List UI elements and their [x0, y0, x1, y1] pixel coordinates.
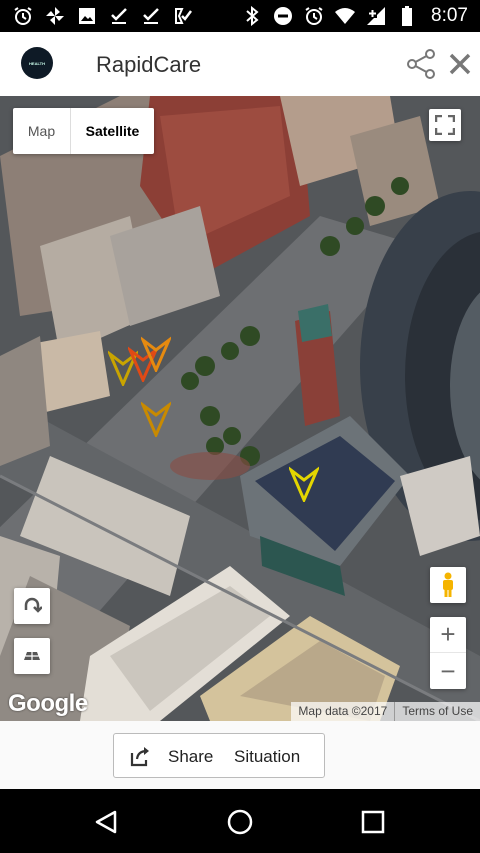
- zoom-out-button[interactable]: −: [430, 653, 466, 689]
- home-button[interactable]: [223, 805, 257, 839]
- clock: 8:07: [431, 5, 468, 26]
- back-icon: [95, 810, 117, 834]
- share-situation-button[interactable]: Share Situation: [113, 733, 325, 778]
- recents-icon: [361, 810, 385, 834]
- share-icon: [407, 49, 435, 79]
- alarm-icon: [303, 5, 325, 27]
- map-type-satellite-button[interactable]: Satellite: [71, 108, 154, 154]
- share-label: Share: [168, 747, 214, 766]
- action-area: Share Situation: [0, 721, 480, 789]
- satellite-imagery: [0, 96, 480, 721]
- signal-plus-icon: [365, 5, 387, 27]
- close-icon: [449, 53, 471, 75]
- map-type-control: Map Satellite: [13, 108, 154, 154]
- check-icon: [108, 5, 130, 27]
- fullscreen-button[interactable]: [429, 109, 461, 141]
- terms-link[interactable]: Terms of Use: [394, 702, 480, 721]
- system-icons: 8:07: [241, 5, 468, 27]
- navigation-bar: [0, 789, 480, 853]
- wifi-icon: [334, 5, 356, 27]
- map-type-map-button[interactable]: Map: [13, 108, 71, 154]
- battery-icon: [396, 5, 418, 27]
- satellite-map[interactable]: Map Satellite + − Google Map data ©2017 …: [0, 96, 480, 721]
- app-title: RapidCare: [96, 52, 202, 77]
- share-button[interactable]: [405, 48, 437, 80]
- street-view-button[interactable]: [430, 567, 466, 603]
- back-button[interactable]: [89, 805, 123, 839]
- notification-icons: [12, 5, 194, 27]
- incident-marker[interactable]: [289, 466, 319, 502]
- photo-icon: [76, 5, 98, 27]
- app-logo: HEALTH: [21, 47, 53, 79]
- share-arrow-icon: [130, 747, 149, 767]
- fullscreen-icon: [435, 115, 455, 135]
- recents-button[interactable]: [356, 805, 390, 839]
- situation-label: Situation: [234, 747, 301, 766]
- rotate-icon: [24, 597, 42, 613]
- tilt-icon: [24, 652, 40, 660]
- alarm-icon: [12, 5, 34, 27]
- zoom-control: + −: [430, 617, 466, 689]
- status-bar: 8:07: [0, 0, 480, 32]
- close-button[interactable]: [446, 50, 474, 78]
- map-data-label[interactable]: Map data ©2017: [291, 702, 394, 721]
- rotate-button[interactable]: [14, 588, 50, 624]
- home-icon: [227, 809, 253, 835]
- logo-text: HEALTH: [29, 60, 45, 66]
- pinwheel-icon: [44, 5, 66, 27]
- app-bar: HEALTH RapidCare: [0, 32, 480, 96]
- zoom-in-button[interactable]: +: [430, 617, 466, 653]
- bluetooth-icon: [241, 5, 263, 27]
- incident-marker[interactable]: [141, 401, 171, 437]
- check-icon: [140, 5, 162, 27]
- pegman-icon: [443, 572, 453, 597]
- incident-marker[interactable]: [141, 336, 171, 372]
- map-attribution: Map data ©2017 Terms of Use: [291, 702, 480, 721]
- dnd-icon: [272, 5, 294, 27]
- tilt-button[interactable]: [14, 638, 50, 674]
- check-alt-icon: [172, 5, 194, 27]
- google-logo[interactable]: Google: [8, 690, 88, 718]
